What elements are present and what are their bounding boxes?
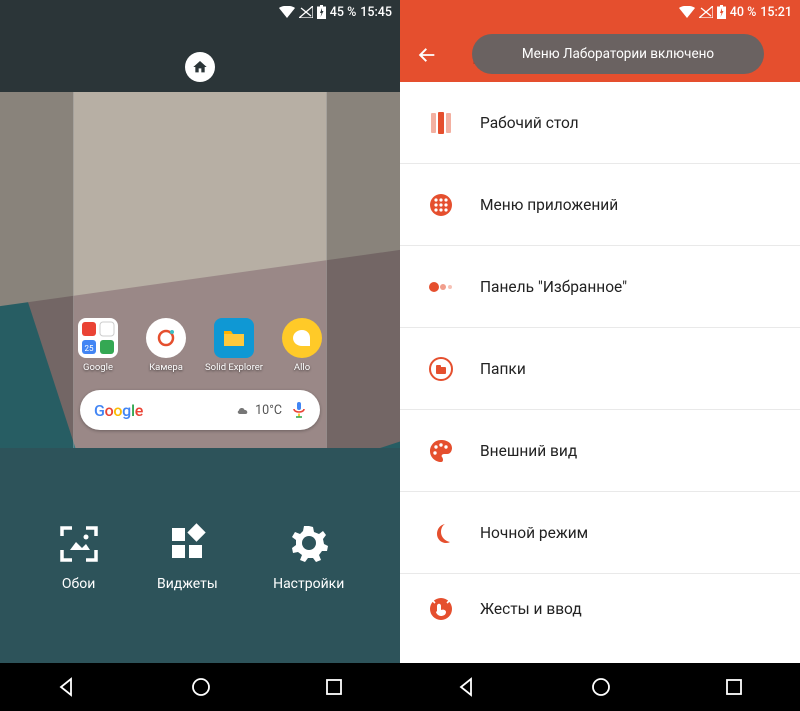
item-label: Внешний вид	[480, 442, 577, 460]
weather-chip[interactable]: 10°C	[236, 403, 282, 418]
app-drawer-icon	[428, 192, 454, 218]
moon-icon	[428, 520, 454, 546]
gestures-icon	[428, 596, 454, 622]
dock-icon	[428, 274, 454, 300]
app-row: 25 Google Камера Solid Explorer	[0, 318, 400, 373]
app-google[interactable]: 25 Google	[73, 318, 123, 373]
option-label: Виджеты	[157, 576, 218, 592]
allo-icon	[282, 318, 322, 358]
back-nav-button[interactable]	[456, 676, 478, 698]
desktop-item[interactable]: Рабочий стол	[400, 82, 800, 164]
battery-icon	[717, 5, 726, 19]
mic-icon[interactable]	[292, 401, 306, 419]
app-label: Allo	[294, 362, 310, 373]
app-label: Google	[83, 362, 113, 373]
back-button[interactable]	[416, 44, 438, 66]
google-folder-icon: 25	[78, 318, 118, 358]
launcher-options: Обои Виджеты Настройки	[0, 448, 400, 663]
item-label: Жесты и ввод	[480, 600, 582, 618]
folders-icon	[428, 356, 454, 382]
recent-nav-button[interactable]	[724, 677, 744, 697]
nova-settings-screen: 40 % 15:21 Настройки Nova Меню Лаборатор…	[400, 0, 800, 711]
app-camera[interactable]: Камера	[141, 318, 191, 373]
homescreen-preview[interactable]: 25 Google Камера Solid Explorer	[0, 92, 400, 448]
settings-header: 40 % 15:21 Настройки Nova Меню Лаборатор…	[400, 0, 800, 82]
settings-list: Рабочий стол Меню приложений Панель "Изб…	[400, 82, 800, 663]
clock: 15:21	[760, 5, 792, 20]
battery-icon	[317, 5, 326, 19]
wallpaper-option[interactable]: Обои	[56, 520, 102, 592]
gear-icon	[286, 520, 332, 566]
navigation-bar	[0, 663, 400, 711]
recent-nav-button[interactable]	[324, 677, 344, 697]
battery-percent: 40 %	[730, 5, 757, 20]
home-nav-button[interactable]	[190, 676, 212, 698]
google-search-widget[interactable]: Google 10°C	[80, 390, 320, 430]
settings-option[interactable]: Настройки	[273, 520, 344, 592]
widgets-icon	[164, 520, 210, 566]
status-bar: 40 % 15:21	[400, 0, 800, 24]
palette-icon	[428, 438, 454, 464]
edit-header	[0, 24, 400, 92]
battery-percent: 45 %	[330, 5, 357, 20]
camera-icon	[146, 318, 186, 358]
wifi-icon	[679, 6, 695, 18]
app-drawer-item[interactable]: Меню приложений	[400, 164, 800, 246]
google-logo: Google	[94, 401, 143, 420]
desktop-icon	[428, 110, 454, 136]
prev-page-shade[interactable]	[0, 92, 74, 448]
clock: 15:45	[360, 5, 392, 20]
app-label: Solid Explorer	[205, 362, 263, 373]
home-nav-button[interactable]	[590, 676, 612, 698]
wifi-icon	[279, 6, 295, 18]
option-label: Настройки	[273, 576, 344, 592]
weather-temp: 10°C	[255, 403, 282, 418]
status-bar: 45 % 15:45	[0, 0, 400, 24]
folders-item[interactable]: Папки	[400, 328, 800, 410]
look-feel-item[interactable]: Внешний вид	[400, 410, 800, 492]
widgets-option[interactable]: Виджеты	[157, 520, 218, 592]
item-label: Рабочий стол	[480, 114, 579, 132]
svg-text:25: 25	[85, 344, 94, 353]
navigation-bar	[400, 663, 800, 711]
back-nav-button[interactable]	[56, 676, 78, 698]
solid-explorer-icon	[214, 318, 254, 358]
option-label: Обои	[62, 576, 95, 592]
wallpaper-icon	[56, 520, 102, 566]
item-label: Панель "Избранное"	[480, 278, 627, 296]
toast-message: Меню Лаборатории включено	[472, 34, 764, 74]
dock-item[interactable]: Панель "Избранное"	[400, 246, 800, 328]
signal-icon	[299, 6, 313, 18]
home-button[interactable]	[185, 52, 215, 82]
next-page-shade[interactable]	[326, 92, 400, 448]
item-label: Папки	[480, 360, 526, 378]
cloud-icon	[236, 405, 250, 415]
gestures-item[interactable]: Жесты и ввод	[400, 574, 800, 644]
item-label: Меню приложений	[480, 196, 618, 214]
launcher-edit-screen: 45 % 15:45 25	[0, 0, 400, 711]
item-label: Ночной режим	[480, 524, 588, 542]
app-solid-explorer[interactable]: Solid Explorer	[209, 318, 259, 373]
app-allo[interactable]: Allo	[277, 318, 327, 373]
app-label: Камера	[149, 362, 183, 373]
toast-text: Меню Лаборатории включено	[522, 46, 714, 62]
signal-icon	[699, 6, 713, 18]
night-mode-item[interactable]: Ночной режим	[400, 492, 800, 574]
